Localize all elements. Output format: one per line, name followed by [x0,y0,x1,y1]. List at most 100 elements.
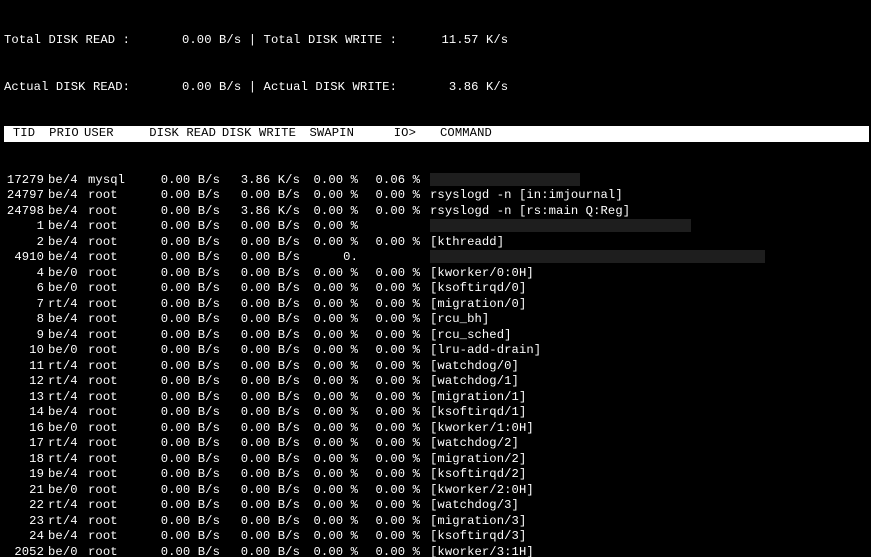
iotop-screen: Total DISK READ : 0.00 B/s | Total DISK … [0,0,871,557]
col-command[interactable]: COMMAND [422,126,492,142]
process-row[interactable]: 19be/4root0.00 B/s0.00 B/s0.00 %0.00 %[k… [4,467,867,483]
cell-user: root [88,452,140,468]
process-row[interactable]: 21be/0root0.00 B/s0.00 B/s0.00 %0.00 %[k… [4,483,867,499]
column-header-row[interactable]: TIDPRIOUSERDISK READDISK WRITESWAPINIO>C… [4,126,869,142]
cell-write: 0.00 B/s [220,312,300,328]
cell-write: 0.00 B/s [220,219,300,235]
process-row[interactable]: 24be/4root0.00 B/s0.00 B/s0.00 %0.00 %[k… [4,529,867,545]
cell-user: root [88,529,140,545]
cell-swapin: 0.00 % [300,266,358,282]
cell-command: [watchdog/3] [426,498,519,514]
cell-prio: rt/4 [44,514,88,530]
col-user[interactable]: USER [84,126,136,142]
cell-user: root [88,390,140,406]
cell-tid: 12 [4,374,44,390]
col-tid[interactable]: TID [4,126,44,142]
total-read-value: 0.00 B/s [182,33,241,47]
cell-swapin: 0.00 % [300,498,358,514]
process-row[interactable]: 17279be/4mysql0.00 B/s3.86 K/s0.00 %0.06… [4,173,867,189]
cell-user: root [88,235,140,251]
cell-tid: 10 [4,343,44,359]
process-row[interactable]: 4be/0root0.00 B/s0.00 B/s0.00 %0.00 %[kw… [4,266,867,282]
cell-swapin: 0.00 % [300,204,358,220]
cell-io: 0.00 % [358,328,426,344]
cell-io: 0.00 % [358,343,426,359]
cell-swapin: 0.00 % [300,281,358,297]
cell-write: 0.00 B/s [220,436,300,452]
process-list[interactable]: 17279be/4mysql0.00 B/s3.86 K/s0.00 %0.06… [4,173,867,557]
cell-user: root [88,297,140,313]
cell-user: root [88,312,140,328]
cell-user: root [88,514,140,530]
col-prio[interactable]: PRIO [44,126,84,142]
process-row[interactable]: 1be/4root0.00 B/s0.00 B/s0.00 % [4,219,867,235]
cell-swapin: 0.00 % [300,188,358,204]
cell-user: root [88,250,140,266]
cell-command: rsyslogd -n [rs:main Q:Reg] [426,204,630,220]
process-row[interactable]: 12rt/4root0.00 B/s0.00 B/s0.00 %0.00 %[w… [4,374,867,390]
cell-prio: rt/4 [44,297,88,313]
cell-command: rsyslogd -n [in:imjournal] [426,188,623,204]
cell-prio: be/4 [44,250,88,266]
process-row[interactable]: 14be/4root0.00 B/s0.00 B/s0.00 %0.00 %[k… [4,405,867,421]
cell-read: 0.00 B/s [140,390,220,406]
cell-io: 0.00 % [358,374,426,390]
cell-tid: 4 [4,266,44,282]
redacted-region [430,219,691,232]
cell-tid: 19 [4,467,44,483]
process-row[interactable]: 23rt/4root0.00 B/s0.00 B/s0.00 %0.00 %[m… [4,514,867,530]
cell-write: 0.00 B/s [220,188,300,204]
col-disk-write[interactable]: DISK WRITE [216,126,296,142]
total-read-label: Total DISK READ : [4,33,130,47]
cell-prio: rt/4 [44,436,88,452]
process-row[interactable]: 2052be/0root0.00 B/s0.00 B/s0.00 %0.00 %… [4,545,867,557]
cell-read: 0.00 B/s [140,297,220,313]
process-row[interactable]: 8be/4root0.00 B/s0.00 B/s0.00 %0.00 %[rc… [4,312,867,328]
cell-tid: 24797 [4,188,44,204]
cell-swapin: 0.00 % [300,467,358,483]
cell-user: root [88,281,140,297]
cell-io: 0.00 % [358,498,426,514]
cell-command [426,219,691,235]
process-row[interactable]: 13rt/4root0.00 B/s0.00 B/s0.00 %0.00 %[m… [4,390,867,406]
process-row[interactable]: 11rt/4root0.00 B/s0.00 B/s0.00 %0.00 %[w… [4,359,867,375]
cell-write: 3.86 K/s [220,204,300,220]
cell-tid: 16 [4,421,44,437]
cell-swapin: 0.00 % [300,436,358,452]
cell-swapin: 0.00 % [300,297,358,313]
process-row[interactable]: 6be/0root0.00 B/s0.00 B/s0.00 %0.00 %[ks… [4,281,867,297]
col-swapin[interactable]: SWAPIN [296,126,354,142]
cell-user: root [88,483,140,499]
cell-write: 0.00 B/s [220,343,300,359]
cell-tid: 2 [4,235,44,251]
cell-write: 0.00 B/s [220,467,300,483]
cell-tid: 17279 [4,173,44,189]
cell-read: 0.00 B/s [140,173,220,189]
cell-command: [kworker/3:1H] [426,545,534,557]
process-row[interactable]: 2be/4root0.00 B/s0.00 B/s0.00 %0.00 %[kt… [4,235,867,251]
cell-read: 0.00 B/s [140,359,220,375]
process-row[interactable]: 17rt/4root0.00 B/s0.00 B/s0.00 %0.00 %[w… [4,436,867,452]
cell-io: 0.00 % [358,421,426,437]
process-row[interactable]: 24798be/4root0.00 B/s3.86 K/s0.00 %0.00 … [4,204,867,220]
cell-io: 0.00 % [358,297,426,313]
process-row[interactable]: 10be/0root0.00 B/s0.00 B/s0.00 %0.00 %[l… [4,343,867,359]
col-io[interactable]: IO> [354,126,422,142]
process-row[interactable]: 4910be/4root0.00 B/s0.00 B/s0. [4,250,867,266]
process-row[interactable]: 24797be/4root0.00 B/s0.00 B/s0.00 %0.00 … [4,188,867,204]
summary-line-2: Actual DISK READ: 0.00 B/s | Actual DISK… [4,80,867,96]
process-row[interactable]: 22rt/4root0.00 B/s0.00 B/s0.00 %0.00 %[w… [4,498,867,514]
cell-command: [kworker/1:0H] [426,421,534,437]
cell-user: root [88,359,140,375]
process-row[interactable]: 7rt/4root0.00 B/s0.00 B/s0.00 %0.00 %[mi… [4,297,867,313]
cell-prio: rt/4 [44,390,88,406]
cell-prio: rt/4 [44,374,88,390]
process-row[interactable]: 16be/0root0.00 B/s0.00 B/s0.00 %0.00 %[k… [4,421,867,437]
cell-user: root [88,188,140,204]
col-disk-read[interactable]: DISK READ [136,126,216,142]
process-row[interactable]: 9be/4root0.00 B/s0.00 B/s0.00 %0.00 %[rc… [4,328,867,344]
cell-user: root [88,405,140,421]
process-row[interactable]: 18rt/4root0.00 B/s0.00 B/s0.00 %0.00 %[m… [4,452,867,468]
cell-read: 0.00 B/s [140,483,220,499]
redacted-region [430,173,580,186]
